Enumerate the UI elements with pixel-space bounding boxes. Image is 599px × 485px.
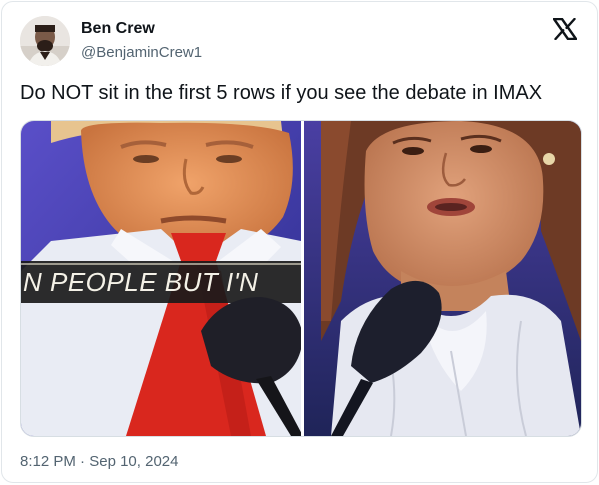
left-panel: N PEOPLE BUT I'N xyxy=(21,121,303,436)
meta-separator: · xyxy=(80,453,86,470)
author-name[interactable]: Ben Crew xyxy=(81,20,155,38)
author-handle[interactable]: @BenjaminCrew1 xyxy=(81,44,202,61)
tweet-time: 8:12 PM xyxy=(20,453,76,470)
x-logo-icon[interactable] xyxy=(552,17,578,41)
tweet-date: Sep 10, 2024 xyxy=(89,453,179,470)
tweet-timestamp[interactable]: 8:12 PM · Sep 10, 2024 xyxy=(20,453,178,470)
tweet-text: Do NOT sit in the first 5 rows if you se… xyxy=(20,82,543,104)
avatar-image xyxy=(20,16,70,66)
media-image: N PEOPLE BUT I'N xyxy=(21,121,581,436)
avatar[interactable] xyxy=(20,16,70,66)
right-panel xyxy=(304,121,581,436)
tweet-media[interactable]: N PEOPLE BUT I'N xyxy=(20,120,582,437)
tweet-card[interactable]: Ben Crew @BenjaminCrew1 Do NOT sit in th… xyxy=(1,1,598,483)
broadcast-caption: N PEOPLE BUT I'N xyxy=(23,267,258,297)
